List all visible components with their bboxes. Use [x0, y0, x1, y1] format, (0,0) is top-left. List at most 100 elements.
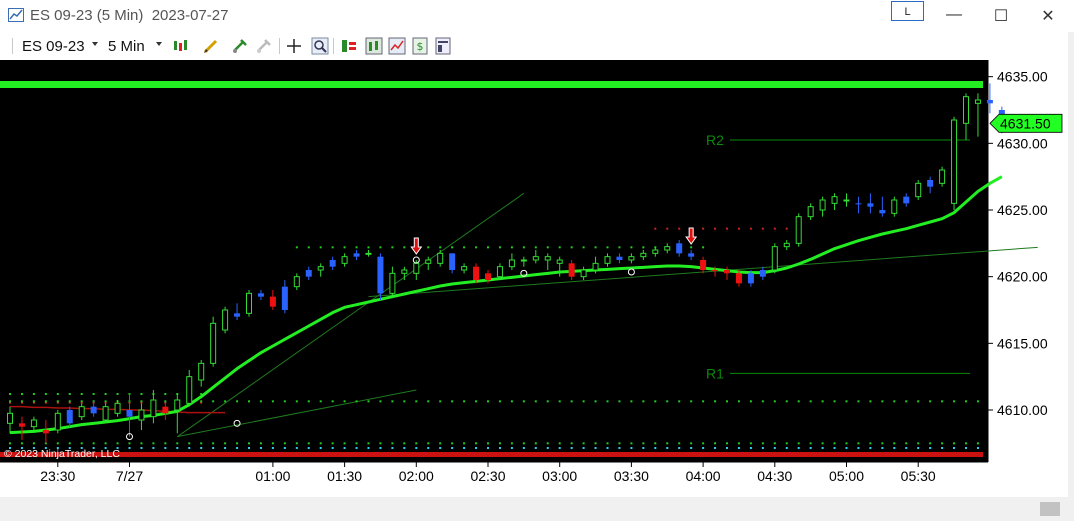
dot-marker — [953, 442, 956, 445]
time-tick-label: 02:00 — [399, 468, 434, 484]
dot-marker — [128, 442, 131, 445]
dot-marker — [9, 442, 11, 445]
dot-marker — [367, 400, 370, 403]
instrument-chevron-down-icon[interactable] — [92, 42, 98, 46]
dot-marker — [570, 447, 573, 449]
dot-marker — [953, 447, 956, 449]
dot-marker — [510, 447, 513, 449]
candle — [951, 116, 958, 210]
instrument-selector[interactable]: ES 09-23 — [22, 38, 85, 55]
properties-icon[interactable] — [434, 37, 452, 55]
dot-marker — [176, 447, 179, 449]
magnet-icon[interactable] — [231, 37, 249, 55]
dot-marker — [666, 400, 669, 403]
zoom-icon[interactable] — [311, 37, 329, 55]
right-edge-strip — [1068, 32, 1074, 497]
dot-marker — [92, 393, 95, 395]
crosshair-icon[interactable] — [285, 37, 303, 55]
candle-body — [640, 252, 647, 258]
dot-marker — [295, 447, 298, 449]
dot-marker — [331, 400, 334, 403]
indicators-icon[interactable] — [365, 37, 383, 55]
candle — [222, 306, 229, 334]
dot-marker — [283, 447, 286, 449]
dot-marker — [869, 442, 872, 445]
dot-marker — [367, 442, 370, 445]
dot-marker — [534, 447, 537, 449]
chart-plot-area[interactable] — [0, 60, 988, 462]
candle-body — [628, 256, 635, 261]
dot-marker — [630, 447, 633, 449]
candle-body — [353, 253, 360, 257]
candle-body — [891, 199, 898, 214]
data-series-icon[interactable] — [340, 37, 358, 55]
dot-marker — [582, 442, 585, 445]
dot-marker — [893, 442, 896, 445]
dot-marker — [953, 400, 956, 403]
candle-body — [735, 273, 742, 284]
dot-marker — [558, 246, 561, 249]
dot-marker — [976, 400, 979, 403]
candle-body — [855, 203, 862, 205]
candle-body — [915, 182, 922, 198]
dot-marker — [522, 400, 525, 403]
horizontal-scrollbar[interactable] — [0, 497, 1074, 521]
candle-body — [305, 270, 312, 277]
minimize-icon[interactable]: — — [944, 6, 964, 24]
dot-marker — [702, 400, 705, 403]
last-price-marker: 4631.50 — [989, 113, 1063, 133]
candle — [210, 316, 217, 367]
dot-marker — [224, 400, 227, 403]
dot-marker — [451, 442, 454, 445]
link-button[interactable]: L — [891, 1, 924, 21]
candle-body — [867, 203, 874, 207]
close-icon[interactable]: ✕ — [1038, 6, 1058, 26]
dot-marker — [319, 400, 322, 403]
dot-marker — [140, 393, 143, 395]
dot-marker — [439, 442, 442, 445]
dot-marker — [857, 400, 860, 403]
price-chart[interactable]: R2 R1 4635.00 4630.00 4625.00 4620.00 4615.00… — [0, 60, 1068, 497]
time-tick-label: 7/27 — [116, 468, 143, 484]
candle — [771, 243, 778, 274]
dot-marker — [570, 400, 573, 403]
dot-marker — [295, 442, 298, 445]
maximize-icon[interactable]: ☐ — [991, 6, 1011, 26]
candle-body — [389, 272, 396, 294]
dot-marker — [893, 400, 896, 403]
strategies-icon[interactable] — [388, 37, 406, 55]
pivot-label: R1 — [706, 365, 724, 381]
candle-body — [544, 256, 551, 261]
chart-trader-icon[interactable]: $ — [411, 37, 429, 55]
candle-body — [377, 256, 384, 294]
scrollbar-thumb[interactable] — [1040, 502, 1060, 516]
dot-marker — [546, 447, 549, 449]
dot-marker — [582, 400, 585, 403]
dot-marker — [331, 447, 334, 449]
interval-selector[interactable]: 5 Min — [108, 38, 145, 55]
dot-marker — [761, 442, 764, 445]
candle-body — [78, 406, 85, 418]
pin-icon[interactable] — [255, 37, 273, 55]
time-tick-label: 01:30 — [327, 468, 362, 484]
candle-body — [831, 196, 838, 204]
candle-body — [927, 180, 934, 187]
bars-type-icon[interactable] — [172, 37, 190, 55]
time-tick-label: 01:00 — [255, 468, 290, 484]
dot-marker — [283, 400, 286, 403]
price-tick-label: 4630.00 — [997, 135, 1048, 151]
candle-body — [449, 253, 456, 270]
pencil-draw-icon[interactable] — [202, 37, 220, 55]
candle-body — [759, 270, 766, 277]
candle-body — [879, 210, 886, 214]
dot-marker — [92, 442, 95, 445]
candle-body — [556, 259, 563, 264]
dot-marker — [487, 246, 489, 249]
dot-marker — [785, 442, 788, 445]
dot-marker — [690, 442, 693, 445]
dot-marker — [594, 400, 597, 403]
dot-marker — [68, 442, 71, 445]
dot-marker — [606, 246, 609, 249]
interval-chevron-down-icon[interactable] — [156, 42, 162, 46]
candle-body — [30, 419, 37, 428]
